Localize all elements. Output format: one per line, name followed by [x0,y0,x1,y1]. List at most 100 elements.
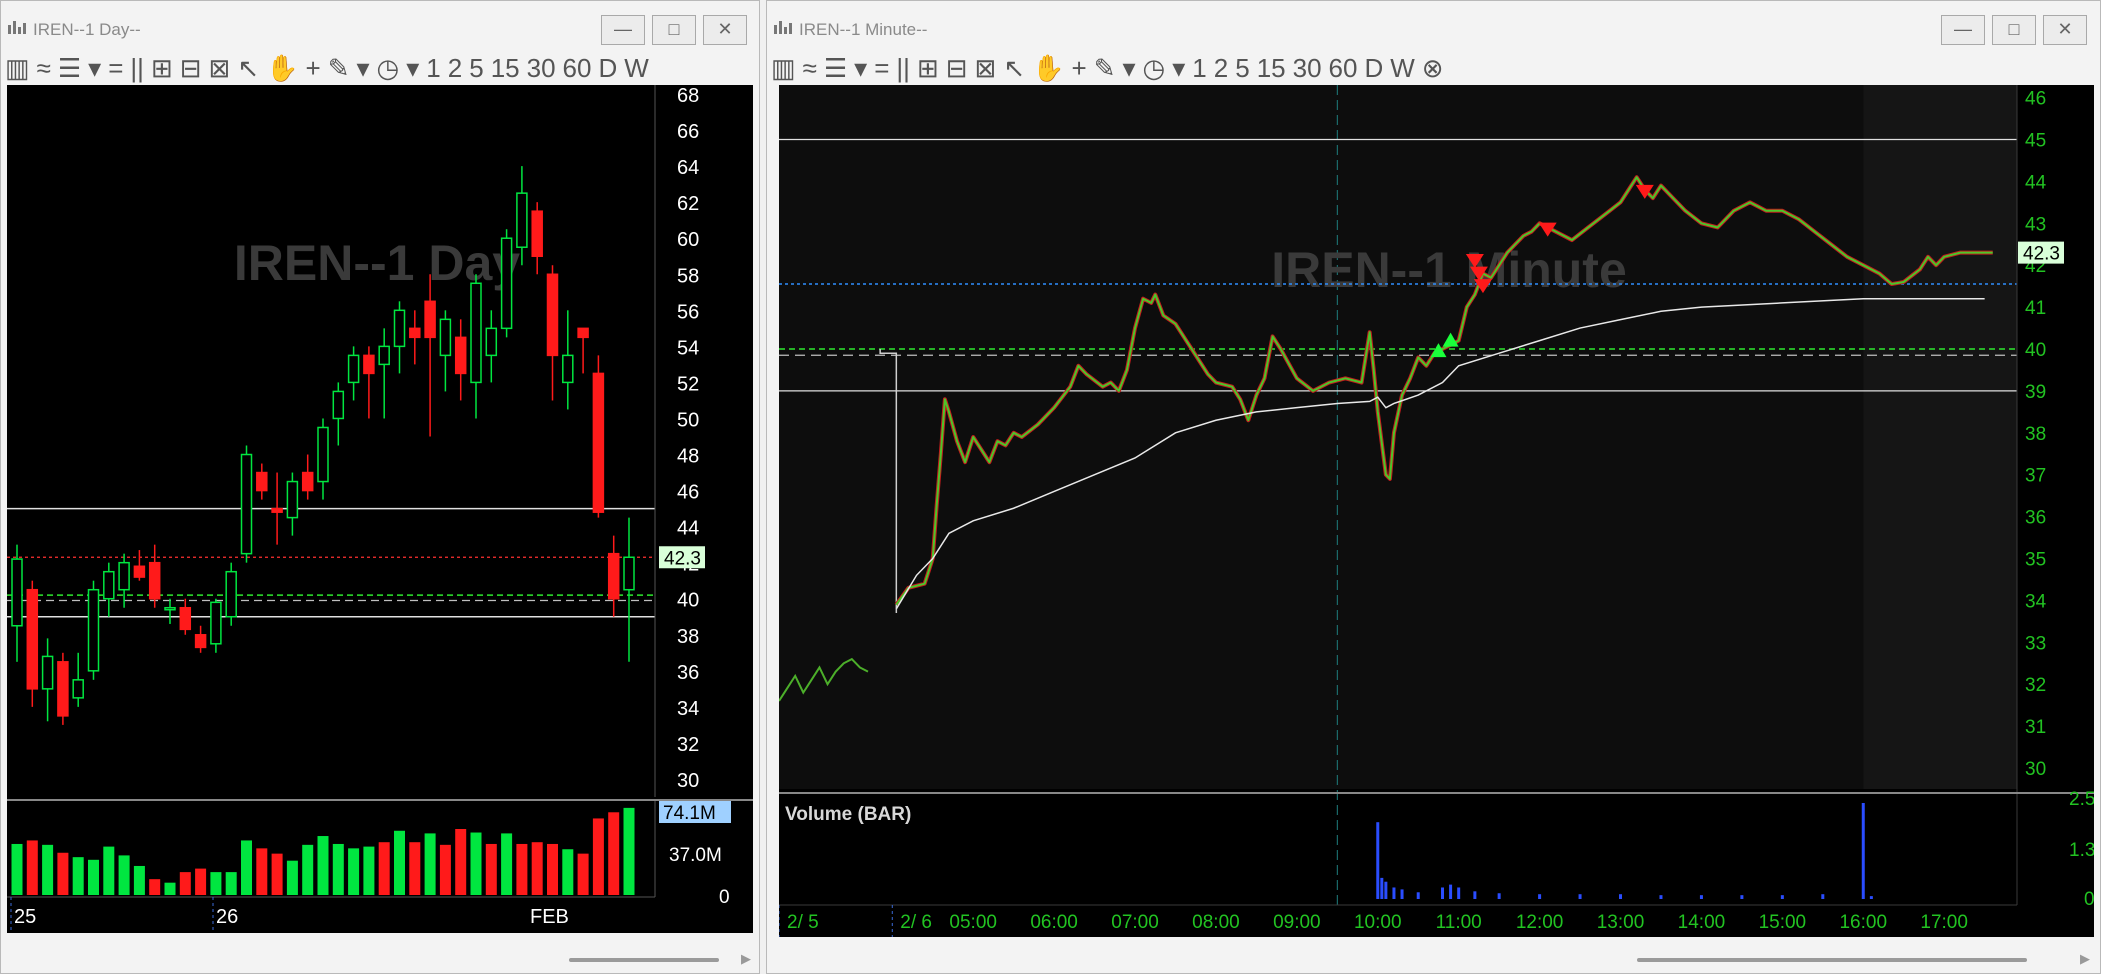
toolbar-tool-19[interactable]: 15 [491,51,520,85]
minute-chart-area[interactable]: IREN--1 Minute 46 45 44 43 42 41 40 39 38 37 36 35 34… [778,85,2101,937]
toolbar-tool-5[interactable]: || [896,51,910,85]
minute-price-axis-label: 38 [2025,424,2046,445]
minimize-button[interactable]: — [1941,15,1985,45]
toolbar-tool-13[interactable]: ▾ [1122,51,1135,85]
toolbar-tool-17[interactable]: 2 [1214,51,1228,85]
toolbar-tool-10[interactable]: ✋ [1032,51,1064,85]
toolbar-tool-21[interactable]: 60 [563,51,592,85]
toolbar-tool-13[interactable]: ▾ [356,51,369,85]
scroll-right-arrow-icon[interactable]: ▶ [741,951,751,967]
toolbar-tool-8[interactable]: ⊠ [975,51,997,85]
toolbar-tool-15[interactable]: ▾ [406,51,419,85]
toolbar-tool-2[interactable]: ☰ [58,51,81,85]
toolbar-tool-23[interactable]: W [624,51,649,85]
toolbar-tool-16[interactable]: 1 [1192,51,1206,85]
daily-date-label: FEB [530,906,569,928]
toolbar-tool-6[interactable]: ⊞ [151,51,173,85]
toolbar-tool-18[interactable]: 5 [469,51,483,85]
toolbar-tool-9[interactable]: ↖ [1003,51,1025,85]
daily-volume-bar [363,846,375,895]
daily-volume-bar [394,830,405,895]
toolbar-tool-20[interactable]: 30 [1293,51,1322,85]
toolbar-tool-5[interactable]: || [130,51,144,85]
toolbar-tool-11[interactable]: + [306,51,321,85]
maximize-button[interactable]: □ [1992,15,2036,45]
daily-candle-body [409,327,421,339]
toolbar-tool-2[interactable]: ☰ [824,51,847,85]
toolbar-tool-11[interactable]: + [1072,51,1087,85]
daily-candle-body [87,588,100,672]
toolbar-tool-1[interactable]: ≈ [37,51,51,85]
minute-chart-window: IREN--1 Minute-- — □ ✕ ▥ ≈ ☰ ▾ = || ⊞ ⊟ ⊠ ↖ ✋ + ✎ ▾ ◷ ▾… [766,0,2101,974]
toolbar-tool-21[interactable]: 60 [1329,51,1358,85]
minute-volume-bar [1699,895,1703,899]
close-button[interactable]: ✕ [703,15,747,45]
daily-volume-bar [225,872,237,895]
close-button[interactable]: ✕ [2043,15,2087,45]
minute-title-bar[interactable]: IREN--1 Minute-- — □ ✕ [767,1,2100,51]
toolbar-tool-17[interactable]: 2 [448,51,462,85]
daily-candle-body [11,558,23,627]
maximize-button[interactable]: □ [652,15,696,45]
daily-volume-label-mid: 37.0M [669,845,722,866]
daily-candle-body [623,556,635,591]
daily-candle-body [194,634,207,649]
toolbar-tool-7[interactable]: ⊟ [946,51,968,85]
toolbar-tool-24[interactable]: ⊗ [1422,51,1444,85]
daily-price-axis-label: 36 [677,662,699,684]
toolbar-tool-22[interactable]: D [1364,51,1383,85]
toolbar-tool-20[interactable]: 30 [527,51,556,85]
toolbar-tool-6[interactable]: ⊞ [917,51,939,85]
daily-chart-area[interactable]: IREN--1 Day68666462605856545250484644424… [7,85,753,933]
minimize-button[interactable]: — [601,15,645,45]
daily-scroll-thumb[interactable] [569,958,719,962]
daily-candle-body [546,273,559,357]
daily-horizontal-scrollbar[interactable]: ▶ [1,945,759,973]
daily-candle-body [470,282,482,384]
minute-price-axis-label: 41 [2025,298,2046,319]
minute-volume-label-zero: 0 [2084,889,2094,910]
minute-volume-bar [1780,895,1784,899]
toolbar-tool-8[interactable]: ⊠ [209,51,231,85]
toolbar-tool-0[interactable]: ▥ [5,51,30,85]
toolbar-tool-3[interactable]: ▾ [854,51,867,85]
daily-volume-bar [317,836,329,895]
toolbar-tool-22[interactable]: D [598,51,617,85]
toolbar-tool-14[interactable]: ◷ [1143,51,1166,85]
toolbar-tool-23[interactable]: W [1390,51,1415,85]
daily-title-bar[interactable]: IREN--1 Day-- — □ ✕ [1,1,759,51]
minute-horizontal-scrollbar[interactable]: ▶ [767,945,2100,973]
daily-volume-bar [72,857,84,895]
scroll-right-arrow-icon[interactable]: ▶ [2080,951,2090,967]
minute-scroll-thumb[interactable] [1637,958,2027,962]
toolbar-tool-0[interactable]: ▥ [771,51,796,85]
minute-time-label: 08:00 [1192,912,1240,933]
toolbar-tool-3[interactable]: ▾ [88,51,101,85]
toolbar-tool-14[interactable]: ◷ [377,51,400,85]
daily-chart-svg[interactable]: IREN--1 Day68666462605856545250484644424… [7,85,753,933]
minute-volume-bar [1861,803,1865,899]
toolbar-tool-10[interactable]: ✋ [266,51,298,85]
daily-candle-body [424,300,436,339]
toolbar-tool-4[interactable]: = [874,51,889,85]
toolbar-tool-12[interactable]: ✎ [1094,51,1116,85]
minute-price-axis-label: 43 [2025,214,2046,235]
minute-chart-svg[interactable]: IREN--1 Minute46454443424140393837363534… [778,85,2101,937]
toolbar-tool-9[interactable]: ↖ [237,51,259,85]
daily-volume-bar [501,833,513,895]
toolbar-tool-1[interactable]: ≈ [803,51,817,85]
daily-candle-body [393,309,406,348]
toolbar-tool-18[interactable]: 5 [1235,51,1249,85]
toolbar-tool-16[interactable]: 1 [426,51,440,85]
minute-volume-bar [1416,892,1420,899]
minute-price-axis-label: 37 [2025,466,2046,487]
toolbar-tool-15[interactable]: ▾ [1172,51,1185,85]
toolbar-tool-7[interactable]: ⊟ [180,51,202,85]
toolbar-tool-12[interactable]: ✎ [328,51,350,85]
daily-candle-body [271,507,283,513]
toolbar-tool-19[interactable]: 15 [1257,51,1286,85]
daily-candle-body [500,237,513,330]
toolbar-tool-4[interactable]: = [108,51,123,85]
daily-price-axis-label: 34 [677,698,699,720]
daily-volume-bar [133,865,145,895]
